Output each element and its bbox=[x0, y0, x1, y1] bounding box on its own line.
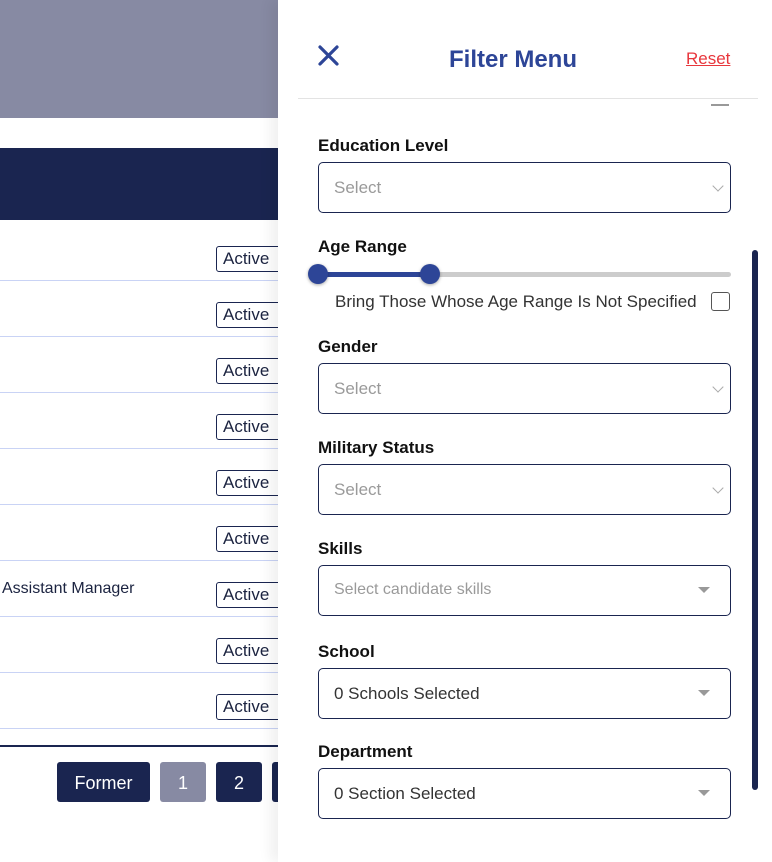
table-row[interactable]: Active bbox=[0, 617, 286, 673]
military-status-select[interactable]: Select bbox=[318, 464, 731, 515]
table-row[interactable]: Assistant Manager Active bbox=[0, 561, 286, 617]
age-unspecified-checkbox[interactable] bbox=[711, 292, 730, 311]
age-range-label: Age Range bbox=[318, 237, 407, 256]
gender-select[interactable]: Select bbox=[318, 363, 731, 414]
education-placeholder: Select bbox=[334, 178, 382, 197]
skills-label: Skills bbox=[318, 539, 363, 558]
school-label: School bbox=[318, 642, 375, 661]
age-range-slider[interactable] bbox=[308, 264, 731, 284]
education-select[interactable]: Select bbox=[318, 162, 731, 213]
page-2-button[interactable]: 2 bbox=[216, 762, 262, 802]
department-select[interactable]: 0 Section Selected bbox=[318, 768, 731, 819]
status-badge: Active bbox=[216, 638, 286, 664]
panel-title: Filter Menu bbox=[448, 46, 577, 73]
table-row[interactable]: Active bbox=[0, 449, 286, 505]
age-max-handle[interactable] bbox=[419, 264, 440, 284]
gender-label: Gender bbox=[318, 337, 378, 356]
skills-placeholder: Select candidate skills bbox=[334, 581, 492, 598]
age-range-fill bbox=[318, 272, 430, 277]
table-row[interactable]: Active bbox=[0, 337, 286, 393]
panel-scrollbar[interactable] bbox=[752, 250, 758, 790]
department-label: Department bbox=[318, 742, 413, 761]
caret-down-icon bbox=[698, 690, 710, 696]
header-divider bbox=[298, 98, 758, 99]
table-row[interactable]: Active bbox=[0, 673, 286, 729]
table-row[interactable]: Active bbox=[0, 505, 286, 561]
status-badge: Active bbox=[216, 414, 286, 440]
partially-hidden-checkbox[interactable] bbox=[711, 104, 729, 106]
school-value: 0 Schools Selected bbox=[334, 684, 480, 703]
status-badge: Active bbox=[216, 526, 286, 552]
table-header bbox=[0, 148, 278, 220]
status-badge: Active bbox=[216, 694, 286, 720]
gender-placeholder: Select bbox=[334, 379, 382, 398]
table-row[interactable]: Active bbox=[0, 281, 286, 337]
filter-panel: Filter Menu Reset Education Level Select… bbox=[278, 0, 772, 862]
military-placeholder: Select bbox=[334, 480, 382, 499]
page-header-dimmed bbox=[0, 0, 278, 118]
military-status-label: Military Status bbox=[318, 438, 435, 457]
age-unspecified-label: Bring Those Whose Age Range Is Not Speci… bbox=[335, 292, 697, 311]
table-row[interactable]: Active bbox=[0, 225, 286, 281]
status-badge: Active bbox=[216, 302, 286, 328]
chevron-down-icon bbox=[712, 482, 724, 494]
caret-down-icon bbox=[698, 790, 710, 796]
table-bottom-border bbox=[0, 745, 278, 747]
table-row[interactable]: Active bbox=[0, 393, 286, 449]
age-min-handle[interactable] bbox=[308, 264, 328, 284]
position-cell: Assistant Manager bbox=[2, 580, 135, 597]
chevron-down-icon bbox=[712, 180, 724, 192]
department-value: 0 Section Selected bbox=[334, 784, 476, 803]
page-1-button[interactable]: 1 bbox=[160, 762, 206, 802]
status-badge: Active bbox=[216, 246, 286, 272]
former-page-button[interactable]: Former bbox=[57, 762, 150, 802]
skills-select[interactable]: Select candidate skills bbox=[318, 565, 731, 616]
caret-down-icon bbox=[698, 587, 710, 593]
education-label: Education Level bbox=[318, 136, 449, 155]
chevron-down-icon bbox=[712, 381, 724, 393]
status-badge: Active bbox=[216, 358, 286, 384]
school-select[interactable]: 0 Schools Selected bbox=[318, 668, 731, 719]
reset-button[interactable]: Reset bbox=[686, 49, 730, 69]
status-badge: Active bbox=[216, 470, 286, 496]
status-badge: Active bbox=[216, 582, 286, 608]
